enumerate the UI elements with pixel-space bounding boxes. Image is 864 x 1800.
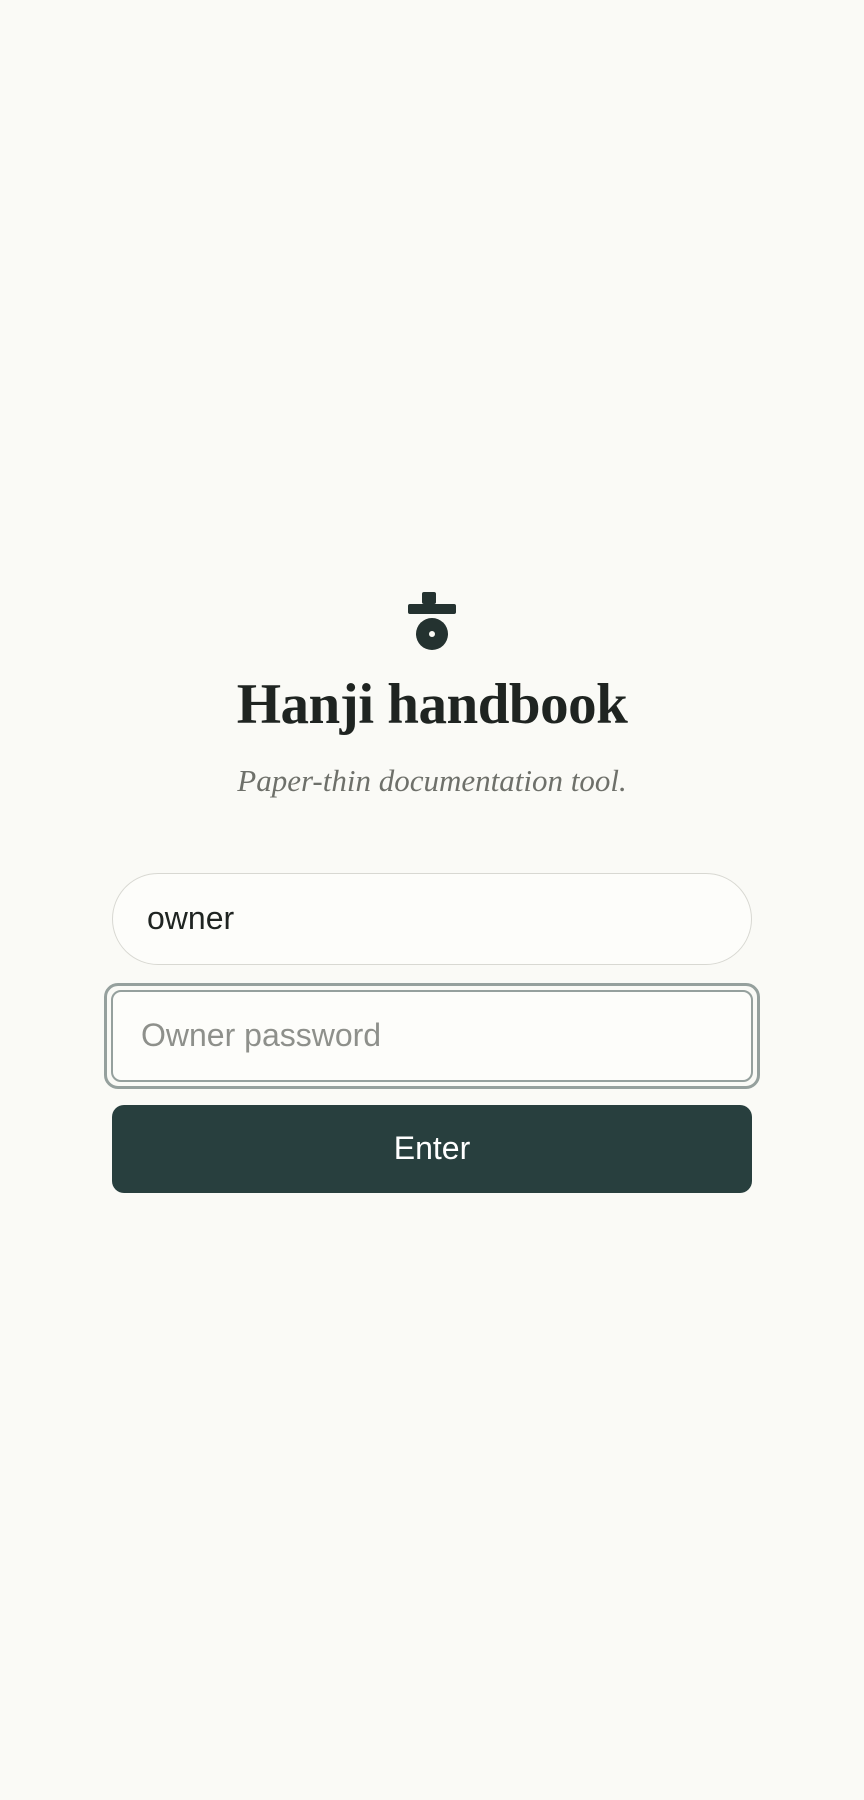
app-title: Hanji handbook [236, 673, 628, 736]
password-focus-ring [104, 982, 760, 1089]
username-input[interactable] [112, 872, 752, 965]
hanji-seal-icon [408, 590, 456, 654]
login-panel: Hanji handbook Paper-thin documentation … [104, 590, 760, 1193]
app-tagline: Paper-thin documentation tool. [237, 762, 627, 798]
enter-button[interactable]: Enter [112, 1104, 752, 1193]
password-input[interactable] [111, 989, 753, 1082]
